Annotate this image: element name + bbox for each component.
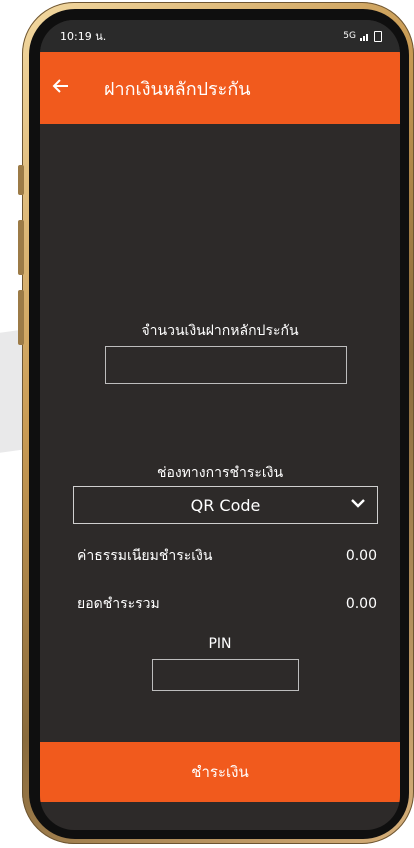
deposit-form: จำนวนเงินฝากหลักประกัน ช่องทางการชำระเงิ… (40, 124, 400, 802)
payment-channel-value: QR Code (190, 495, 261, 515)
pay-button-label: ชำระเงิน (191, 763, 249, 781)
pay-button[interactable]: ชำระเงิน (40, 742, 400, 802)
total-row: ยอดชำระรวม 0.00 (77, 594, 377, 614)
payment-channel-label: ช่องทางการชำระเงิน (156, 465, 284, 481)
arrow-left-icon (52, 78, 68, 93)
network-label: 5G (343, 31, 356, 41)
fee-value: 0.00 (345, 548, 377, 564)
signal-icon (360, 33, 368, 41)
phone-side-button (18, 220, 24, 275)
total-value: 0.00 (345, 596, 377, 612)
back-button[interactable] (52, 76, 88, 101)
pin-input[interactable] (152, 659, 299, 691)
phone-screen: 10:19 น. 5G ฝากเงินหลักประกัน จำนวนเงินฝ… (40, 20, 400, 830)
amount-label: จำนวนเงินฝากหลักประกัน (141, 323, 299, 339)
status-indicators: 5G (343, 30, 382, 42)
phone-side-button (18, 165, 24, 195)
amount-input[interactable] (105, 346, 347, 384)
status-time: 10:19 น. (60, 30, 107, 43)
payment-channel-select[interactable]: QR Code (73, 486, 378, 524)
fee-label: ค่าธรรมเนียมชำระเงิน (77, 548, 213, 564)
chevron-down-icon (351, 499, 365, 508)
phone-side-button (18, 290, 24, 345)
fee-row: ค่าธรรมเนียมชำระเงิน 0.00 (77, 546, 377, 566)
pin-label: PIN (208, 636, 232, 652)
total-label: ยอดชำระรวม (77, 596, 160, 612)
app-bar: ฝากเงินหลักประกัน (40, 52, 400, 124)
status-bar: 10:19 น. 5G (40, 20, 400, 52)
battery-icon (374, 30, 382, 42)
page-title: ฝากเงินหลักประกัน (104, 78, 251, 100)
